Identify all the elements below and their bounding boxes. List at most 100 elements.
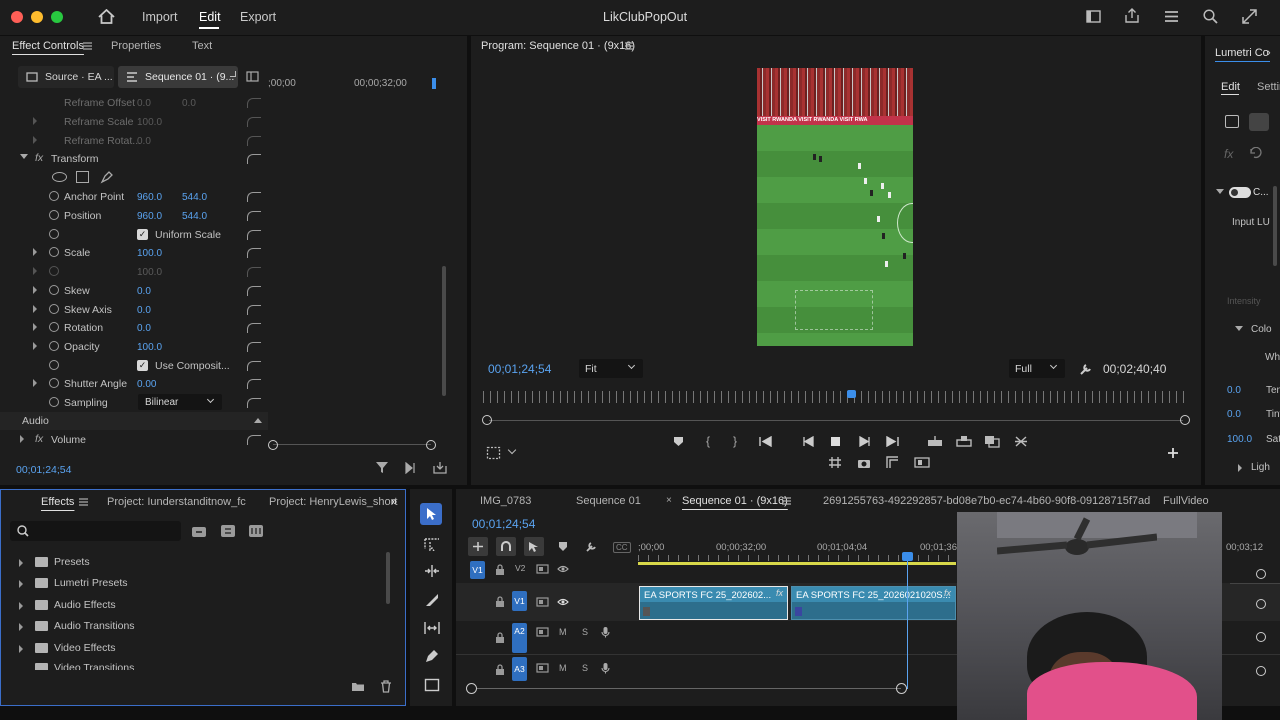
timeline-settings-wrench-icon[interactable] [585, 540, 598, 553]
search-help-icon[interactable] [1203, 9, 1218, 24]
more-tabs-chevron-icon[interactable]: › [1267, 47, 1271, 59]
track-label-v2[interactable]: V2 [515, 563, 525, 573]
fx-enable-toggle[interactable] [1229, 187, 1251, 198]
zoom-handle-left[interactable] [268, 440, 278, 450]
zoom-handle-right[interactable] [1180, 415, 1190, 425]
reset-icon[interactable] [247, 192, 261, 202]
lock-icon[interactable] [495, 596, 505, 607]
lock-icon[interactable] [495, 632, 505, 643]
sampling-dropdown[interactable]: Bilinear [138, 394, 222, 410]
value-skew[interactable]: 0.0 [137, 286, 151, 297]
reset-icon[interactable] [247, 248, 261, 258]
value-opacity[interactable]: 100.0 [137, 342, 162, 353]
lock-icon[interactable] [495, 664, 505, 675]
program-playhead[interactable] [847, 390, 856, 398]
expand-arrow-icon[interactable] [19, 645, 23, 653]
tab-img-0783[interactable]: IMG_0783 [480, 495, 531, 507]
stopwatch-icon[interactable] [49, 285, 59, 295]
tab-text[interactable]: Text [192, 40, 212, 52]
video-clip-2[interactable]: EA SPORTS FC 25_2026021020S... fx [791, 586, 956, 620]
close-window-button[interactable] [11, 11, 23, 23]
lift-icon[interactable] [927, 435, 943, 447]
home-icon[interactable] [98, 9, 115, 24]
pen-mask-icon[interactable] [100, 170, 114, 184]
audio-section-header[interactable]: Audio [0, 412, 268, 430]
stopwatch-icon[interactable] [49, 210, 59, 220]
ellipse-mask-icon[interactable] [52, 172, 67, 182]
timeline-horizontal-scrollbar[interactable] [476, 688, 901, 689]
tab-lumetri-settings[interactable]: Settin [1257, 81, 1280, 93]
reset-icon[interactable] [247, 379, 261, 389]
panel-menu-icon[interactable] [625, 42, 634, 50]
pen-tool-icon[interactable] [424, 649, 440, 664]
track-target-a3[interactable]: A3 [512, 657, 527, 681]
insert-icon[interactable] [828, 456, 842, 469]
selection-tool[interactable] [420, 503, 442, 525]
step-forward-icon[interactable] [858, 436, 871, 447]
export-frame-icon[interactable] [984, 435, 1000, 448]
mute-track-button[interactable]: M [559, 627, 567, 637]
eye-icon[interactable] [557, 598, 569, 606]
yuv-effects-icon[interactable] [248, 524, 264, 538]
fullscreen-icon[interactable] [1242, 9, 1257, 24]
collapse-arrow-icon[interactable] [1235, 326, 1243, 331]
microphone-icon[interactable] [601, 626, 610, 638]
value-skew-axis[interactable]: 0.0 [137, 305, 151, 316]
close-tab-icon[interactable]: × [666, 495, 672, 506]
mark-in-icon[interactable]: { [706, 434, 710, 448]
use-composition-checkbox[interactable]: ✓ [137, 360, 148, 371]
stopwatch-icon[interactable] [49, 378, 59, 388]
wrench-settings-icon[interactable] [1079, 362, 1093, 376]
reset-icon[interactable] [247, 211, 261, 221]
reset-icon[interactable] [247, 361, 261, 371]
expand-arrow-icon[interactable] [33, 342, 37, 350]
menu-export[interactable]: Export [240, 10, 276, 24]
track-target-a2[interactable]: A2 [512, 623, 527, 653]
solo-track-button[interactable]: S [582, 627, 588, 637]
tab-properties[interactable]: Properties [111, 40, 161, 52]
value-scale[interactable]: 100.0 [137, 248, 162, 259]
stopwatch-icon[interactable] [49, 247, 59, 257]
tab-sequence-01[interactable]: Sequence 01 [576, 495, 641, 507]
value-shutter-angle[interactable]: 0.00 [137, 379, 156, 390]
program-timecode[interactable]: 00;01;24;54 [488, 362, 551, 376]
reset-icon[interactable] [247, 230, 261, 240]
chevron-down-icon[interactable] [507, 445, 517, 455]
hamburger-menu-icon[interactable] [1164, 10, 1179, 23]
toggle-sync-lock-icon[interactable] [536, 564, 549, 574]
comparison-view-icon[interactable] [1014, 435, 1028, 448]
timeline-timecode[interactable]: 00;01;24;54 [472, 517, 535, 531]
effect-controls-timecode[interactable]: 00;01;24;54 [16, 464, 71, 476]
expand-arrow-icon[interactable] [20, 435, 24, 443]
stopwatch-icon[interactable] [49, 341, 59, 351]
work-area-bar[interactable] [638, 562, 956, 565]
razor-tool-icon[interactable] [424, 593, 440, 608]
panel-menu-icon[interactable] [79, 498, 88, 506]
expand-arrow-icon[interactable] [19, 559, 23, 567]
microphone-icon[interactable] [601, 662, 610, 674]
zoom-handle-right[interactable] [426, 440, 436, 450]
expand-arrow-icon[interactable] [33, 286, 37, 294]
effect-folder-audio-effects[interactable]: Audio Effects [1, 595, 381, 617]
effect-folder-presets[interactable]: Presets [1, 552, 381, 574]
play-only-audio-icon[interactable] [405, 462, 419, 474]
rectangle-tool-icon[interactable] [424, 678, 440, 692]
tab-lumetri-edit[interactable]: Edit [1221, 81, 1240, 93]
toggle-sync-lock-icon[interactable] [536, 627, 549, 637]
effects-search-field[interactable] [10, 521, 181, 541]
step-back-icon[interactable] [802, 436, 815, 447]
extract-icon[interactable] [956, 435, 972, 447]
nest-toggle-button[interactable] [468, 537, 488, 556]
expand-arrow-icon[interactable] [33, 305, 37, 313]
effect-folder-lumetri-presets[interactable]: Lumetri Presets [1, 573, 381, 595]
vertical-zoom-handle-top[interactable] [1256, 569, 1266, 579]
menu-import[interactable]: Import [142, 10, 177, 24]
panel-menu-icon[interactable] [782, 497, 791, 505]
captions-icon[interactable]: CC [613, 542, 631, 553]
zoom-fit-dropdown[interactable]: Fit [579, 359, 643, 378]
expand-arrow-icon[interactable] [1238, 464, 1242, 472]
tint-value[interactable]: 0.0 [1227, 409, 1241, 420]
zoom-handle-left[interactable] [482, 415, 492, 425]
audio-zoom-handle-top[interactable] [1256, 632, 1266, 642]
reset-icon[interactable] [247, 286, 261, 296]
